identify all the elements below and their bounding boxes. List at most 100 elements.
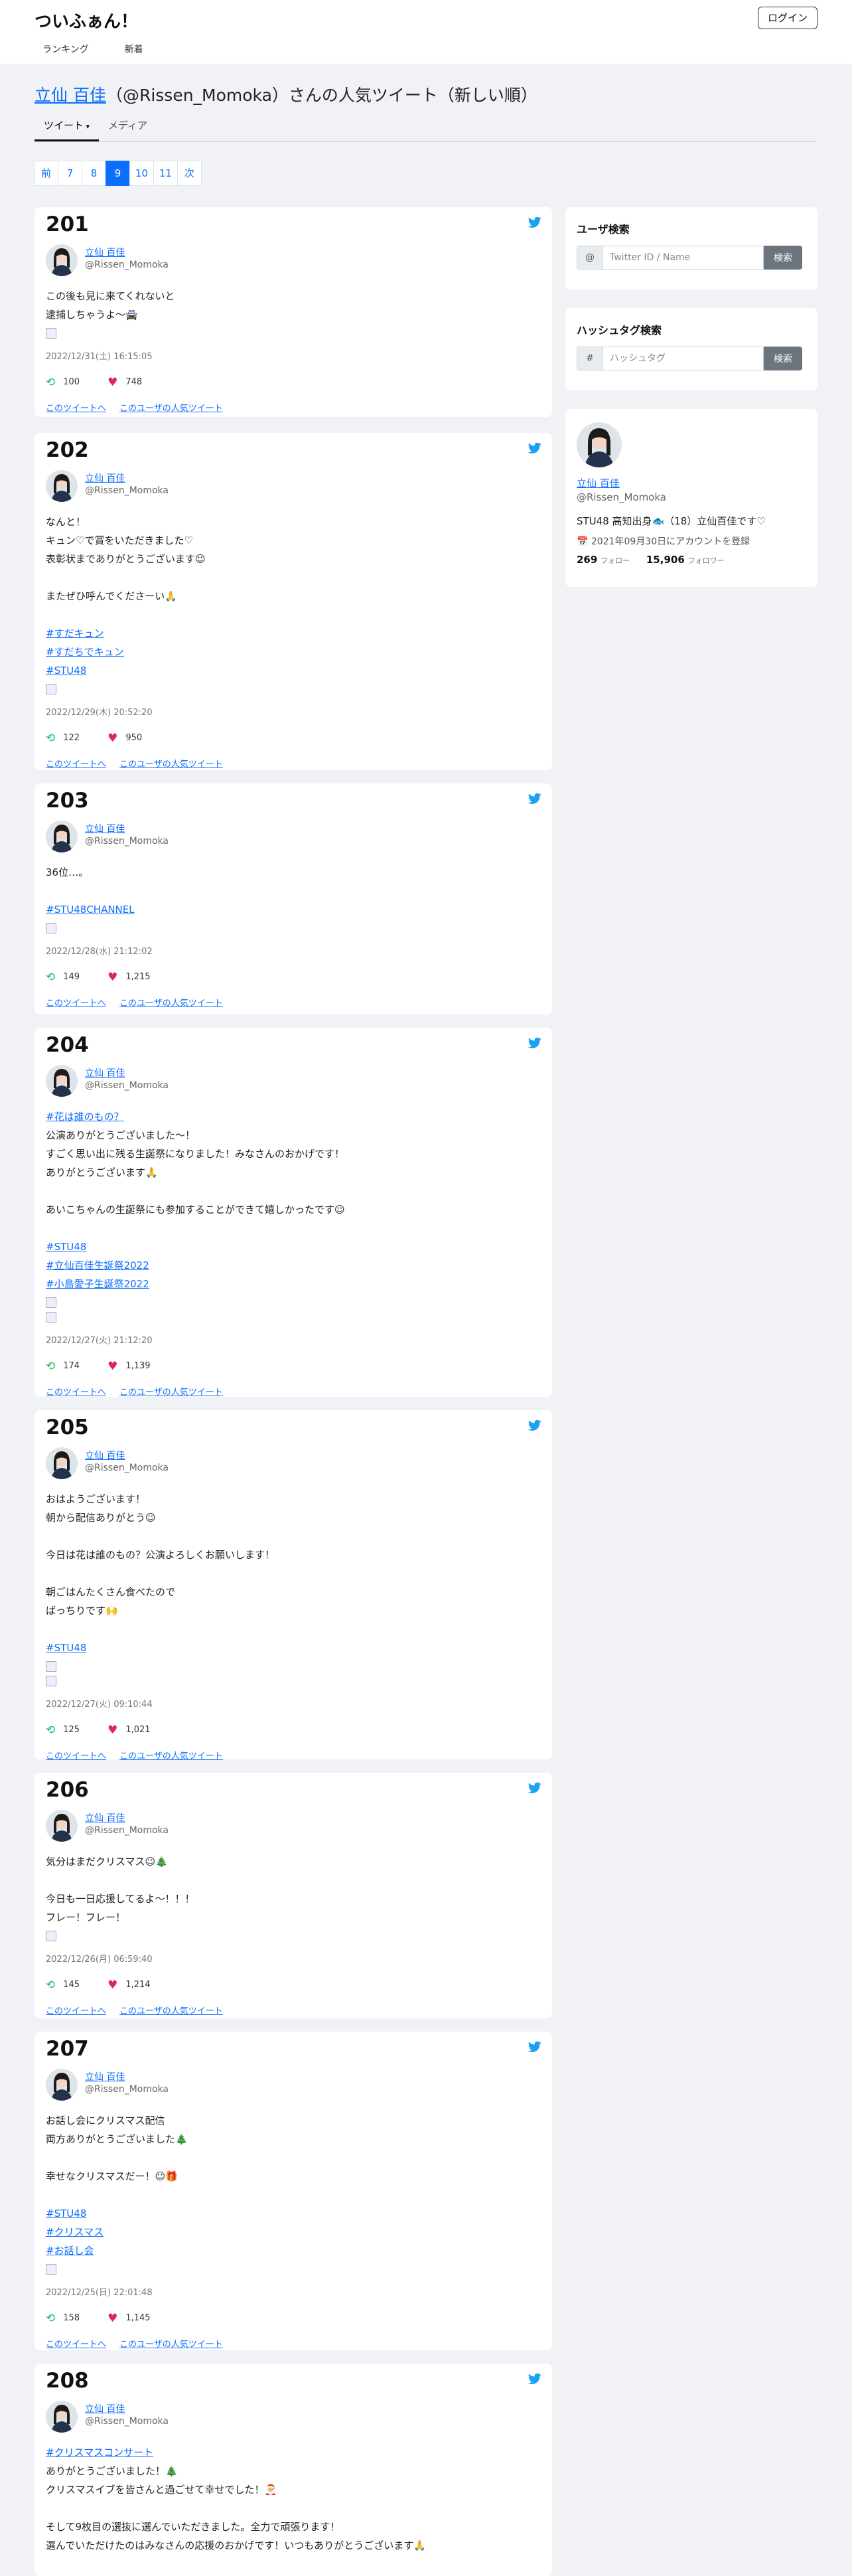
page-link[interactable]: 9 — [106, 161, 130, 186]
user-search-input[interactable] — [603, 246, 764, 270]
go-to-tweet-link[interactable]: このツイートへ — [46, 1388, 106, 1398]
tweet-text-line — [46, 2499, 537, 2518]
twitter-bird-icon[interactable] — [528, 793, 541, 805]
retweet-count: 100 — [63, 377, 80, 387]
hashtag-link[interactable]: #すだちでキュン — [46, 643, 537, 661]
nav-ranking[interactable]: ランキング — [35, 42, 97, 56]
tweet-user-name[interactable]: 立仙 百佳 — [85, 2070, 125, 2083]
tweet-rank-number: 204 — [46, 1033, 89, 1057]
go-to-tweet-link[interactable]: このツイートへ — [46, 2340, 106, 2350]
tweet-body: なんと！ キュン♡で賞をいただきました♡ 表彰状までありがとうございます☺ またぜひ呼… — [46, 513, 537, 774]
hashtag-link[interactable]: #STU48 — [46, 2204, 537, 2223]
at-prefix: @ — [577, 246, 603, 270]
twitter-bird-icon[interactable] — [528, 1037, 541, 1049]
user-search-button[interactable]: 検索 — [764, 246, 802, 270]
tweet-user-name[interactable]: 立仙 百佳 — [85, 1449, 125, 1462]
tweet-rank-number: 205 — [46, 1415, 89, 1439]
tweet-stats: ⟲ 174 ♥ 1,139 — [46, 1357, 537, 1376]
twitter-bird-icon[interactable] — [528, 216, 541, 228]
tweet-card: 201 立仙 百佳 @Rissen_Momoka この後も見に来てくれないと 逮捕しちゃ… — [35, 207, 552, 417]
twitter-bird-icon[interactable] — [528, 2373, 541, 2385]
hashtag-link[interactable]: #STU48 — [46, 1639, 537, 1657]
profile-name[interactable]: 立仙 百佳 — [577, 476, 620, 490]
hashtag-link[interactable]: #お話し会 — [46, 2241, 537, 2260]
tweet-date: 2022/12/27(火) 21:12:20 — [46, 1336, 153, 1346]
hashtag-link[interactable]: #花は誰のもの？ — [46, 1107, 537, 1126]
heart-icon: ♥ — [107, 971, 118, 984]
tab-tweets[interactable]: ツイート — [35, 113, 100, 141]
profile-follow-stats: 269 フォロー 15,906 フォロワー — [577, 554, 738, 566]
tweet-user-name[interactable]: 立仙 百佳 — [85, 822, 125, 835]
login-button[interactable]: ログイン — [757, 7, 817, 29]
hashtag-link[interactable]: #クリスマスコンサート — [46, 2443, 537, 2462]
tweet-body: 気分はまだクリスマス☺🎄 今日も一日応援してるよ〜！！！ フレー！フレー！ 2022/… — [46, 1852, 537, 2021]
tweet-rank-number: 206 — [46, 1778, 89, 1802]
hashtag-link[interactable]: #小島愛子生誕祭2022 — [46, 1275, 537, 1293]
tweet-text-line: またぜひ呼んでくださーい🙏 — [46, 590, 177, 602]
go-to-tweet-link[interactable]: このツイートへ — [46, 999, 106, 1008]
tweet-user-name[interactable]: 立仙 百佳 — [85, 471, 125, 485]
follow-label: フォロー — [601, 556, 630, 565]
retweet-count: 125 — [63, 1725, 80, 1735]
user-popular-tweets-link[interactable]: このユーザの人気ツイート — [119, 1751, 223, 1761]
broken-image-icon — [46, 1297, 56, 1308]
page-link[interactable]: 7 — [58, 161, 82, 186]
hashtag-search-button[interactable]: 検索 — [764, 347, 802, 370]
hashtag-link[interactable]: #すだキュン — [46, 624, 537, 643]
nav-new[interactable]: 新着 — [117, 42, 151, 56]
page-link[interactable]: 10 — [129, 161, 154, 186]
tweet-text-line: なんと！ — [46, 516, 86, 528]
page-link[interactable]: 11 — [153, 161, 178, 186]
profile-handle: @Rissen_Momoka — [577, 491, 666, 503]
tweet-text-line: 気分はまだクリスマス☺🎄 — [46, 1856, 168, 1868]
hashtag-link[interactable]: #立仙百佳生誕祭2022 — [46, 1256, 537, 1275]
tweet-body: お話し会にクリスマス配信 両方ありがとうございました🎄 幸せなクリスマスだー！☺🎁 #… — [46, 2111, 537, 2354]
tweet-text-line: 表彰状までありがとうございます☺ — [46, 553, 206, 565]
retweet-icon: ⟲ — [46, 1360, 56, 1373]
page-link[interactable]: 前 — [34, 161, 58, 186]
twitter-bird-icon[interactable] — [528, 1782, 541, 1794]
tweet-text-line: おはようございます！ — [46, 1493, 146, 1505]
hashtag-link[interactable]: #STU48CHANNEL — [46, 900, 537, 919]
user-popular-tweets-link[interactable]: このユーザの人気ツイート — [119, 999, 223, 1008]
user-popular-tweets-link[interactable]: このユーザの人気ツイート — [119, 2006, 223, 2016]
go-to-tweet-link[interactable]: このツイートへ — [46, 1751, 106, 1761]
user-popular-tweets-link[interactable]: このユーザの人気ツイート — [119, 2340, 223, 2350]
tweet-user-name[interactable]: 立仙 百佳 — [85, 1811, 125, 1824]
user-popular-tweets-link[interactable]: このユーザの人気ツイート — [119, 404, 223, 414]
page-link[interactable]: 8 — [82, 161, 106, 186]
retweet-count: 174 — [63, 1361, 80, 1371]
tab-media[interactable]: メディア — [99, 113, 157, 141]
hashtag-link[interactable]: #クリスマス — [46, 2223, 537, 2241]
go-to-tweet-link[interactable]: このツイートへ — [46, 2006, 106, 2016]
tweet-body: #花は誰のもの？ 公演ありがとうございました〜！ すごく思い出に残る生誕祭になりまし… — [46, 1107, 537, 1402]
tweet-stats: ⟲ 149 ♥ 1,215 — [46, 968, 537, 987]
user-popular-tweets-link[interactable]: このユーザの人気ツイート — [119, 760, 223, 769]
tweet-text-line — [46, 605, 537, 624]
tweet-text-line: 今日は花は誰のもの？公演よろしくお願いします！ — [46, 1549, 275, 1561]
page-link[interactable]: 次 — [177, 161, 202, 186]
hashtag-link[interactable]: #STU48 — [46, 661, 537, 680]
go-to-tweet-link[interactable]: このツイートへ — [46, 404, 106, 414]
avatar — [46, 1810, 78, 1842]
site-logo[interactable]: ついふぁん！ — [35, 8, 138, 33]
user-popular-tweets-link[interactable]: このユーザの人気ツイート — [119, 1388, 223, 1398]
tweet-text-line: お話し会にクリスマス配信 — [46, 2115, 165, 2127]
follower-count: 15,906 — [646, 554, 685, 566]
tweet-user-name[interactable]: 立仙 百佳 — [85, 2402, 125, 2415]
profile-card: 立仙 百佳 @Rissen_Momoka STU48 高知出身🐟（18）立仙百佳… — [565, 409, 817, 587]
page-title-user-link[interactable]: 立仙 百佳 — [35, 86, 106, 105]
like-count: 950 — [125, 733, 143, 743]
twitter-bird-icon[interactable] — [528, 2041, 541, 2053]
twitter-bird-icon[interactable] — [528, 1419, 541, 1431]
tweet-user-name[interactable]: 立仙 百佳 — [85, 1066, 125, 1080]
heart-icon: ♥ — [107, 2312, 118, 2325]
user-search-group: @ 検索 — [577, 246, 802, 270]
tweet-stats: ⟲ 158 ♥ 1,145 — [46, 2309, 537, 2328]
tweet-user-name[interactable]: 立仙 百佳 — [85, 246, 125, 259]
go-to-tweet-link[interactable]: このツイートへ — [46, 760, 106, 769]
hashtag-link[interactable]: #STU48 — [46, 1238, 537, 1256]
twitter-bird-icon[interactable] — [528, 442, 541, 454]
tweet-text-line: クリスマスイブを皆さんと過ごせて幸せでした！🎅 — [46, 2484, 277, 2496]
hashtag-search-input[interactable] — [603, 347, 764, 370]
